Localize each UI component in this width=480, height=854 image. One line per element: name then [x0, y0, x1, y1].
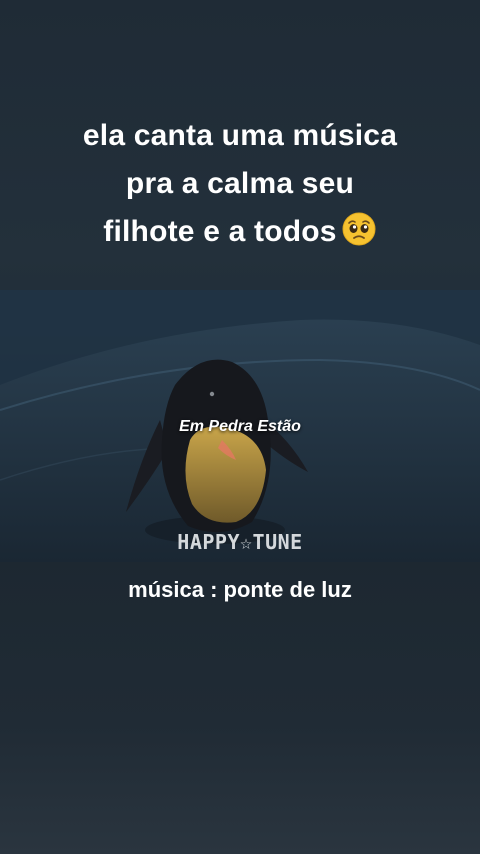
pleading-face-icon — [341, 211, 377, 247]
lyric-subtitle: Em Pedra Estão — [179, 418, 301, 435]
caption-text: ela canta uma música pra a calma seu fil… — [0, 112, 480, 256]
caption-line-1: ela canta uma música — [82, 119, 398, 152]
caption-line-3: filhote e a todos — [103, 215, 337, 248]
reel-screen: ela canta uma música pra a calma seu fil… — [0, 0, 480, 854]
caption-line-3-row: filhote e a todos — [0, 208, 480, 256]
happy-tune-watermark: HAPPY☆TUNE — [177, 530, 303, 554]
music-label: música : ponte de luz — [128, 577, 352, 602]
caption-line-2: pra a calma seu — [125, 167, 355, 200]
